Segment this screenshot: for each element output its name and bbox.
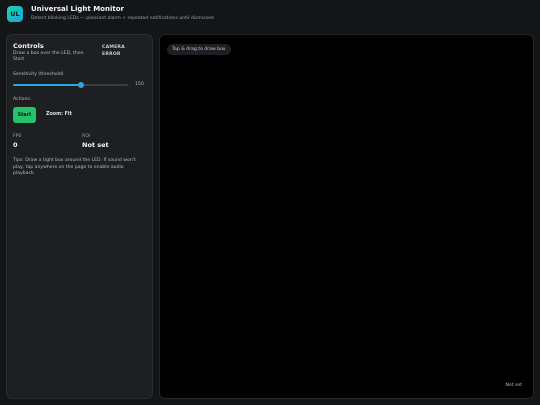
roi-status-badge: Not set: [505, 383, 522, 388]
video-canvas[interactable]: Tap & drag to draw box Not set: [159, 34, 534, 399]
slider-thumb[interactable]: [77, 82, 84, 88]
zoom-button[interactable]: Zoom: Fit: [46, 112, 72, 117]
sensitivity-value: 150: [135, 82, 144, 87]
sensitivity-label: Sensitivity (threshold): [13, 72, 64, 77]
controls-panel: Controls Draw a box over the LED, then S…: [6, 34, 153, 399]
start-button[interactable]: Start: [13, 107, 36, 123]
fps-label: FPS: [13, 134, 22, 139]
fps-value: 0: [13, 141, 18, 149]
tips-text: Tips: Draw a tight box around the LED. I…: [13, 158, 136, 176]
camera-status: CAMERA ERROR: [102, 45, 125, 57]
sensitivity-slider[interactable]: [13, 82, 128, 88]
slider-fill: [13, 84, 81, 86]
draw-box-hint: Tap & drag to draw box: [167, 44, 231, 55]
app-header: UL Universal Light Monitor Detect blinki…: [0, 0, 540, 30]
app-subtitle: Detect blinking LEDs — pleasant alarm + …: [31, 16, 214, 21]
controls-help-text: Draw a box over the LED, then Start: [13, 51, 84, 62]
controls-title: Controls: [13, 42, 44, 50]
app-logo: UL: [7, 6, 23, 22]
actions-label: Actions:: [13, 97, 32, 102]
roi-label: ROI: [82, 134, 91, 139]
roi-value: Not set: [82, 141, 109, 149]
app-title: Universal Light Monitor: [31, 5, 124, 13]
